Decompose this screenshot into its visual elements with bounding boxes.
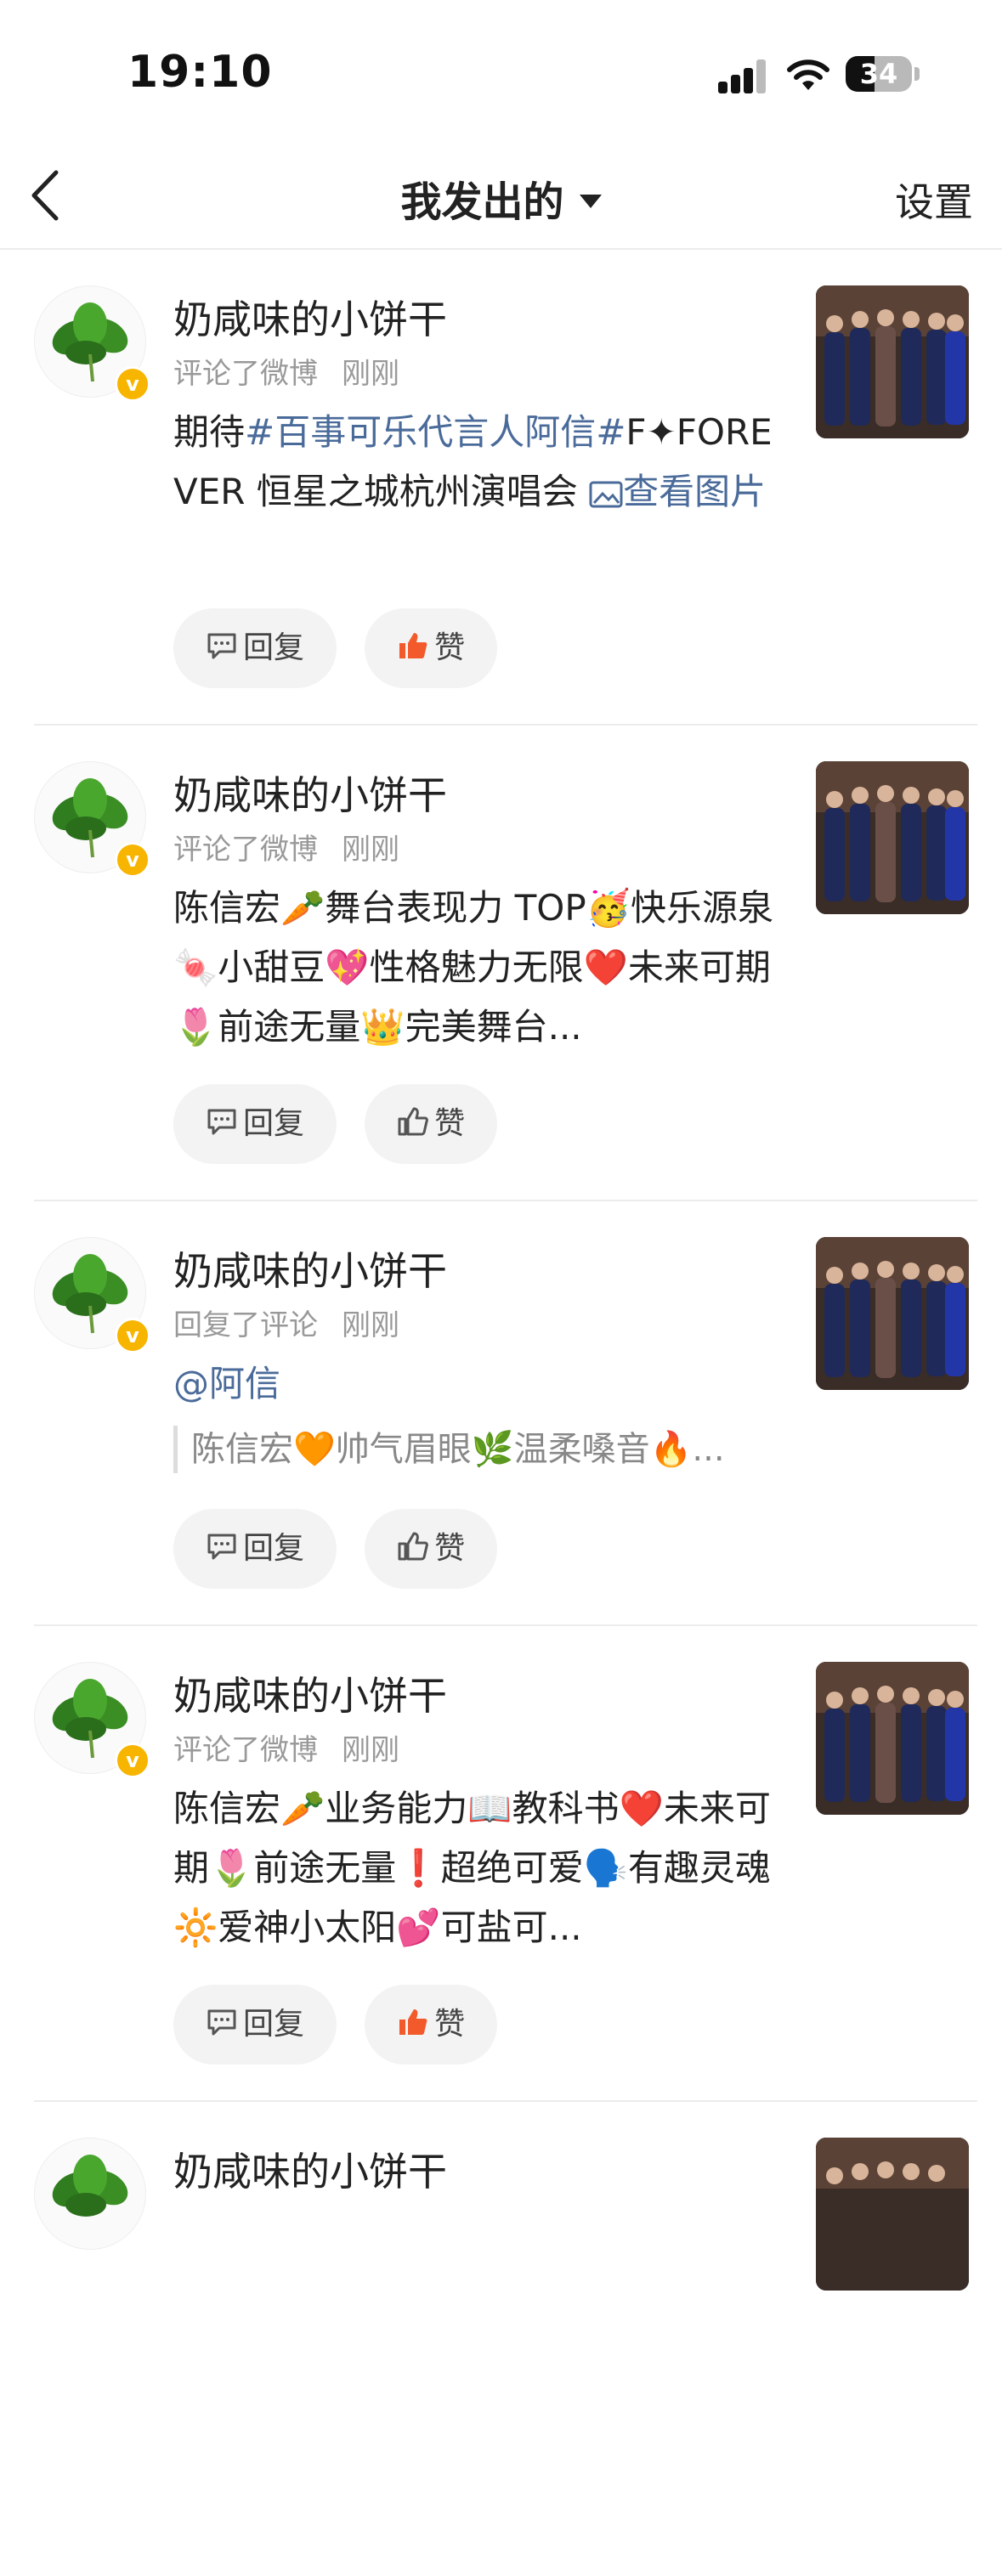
action-text: 评论了微博 <box>173 1733 318 1767</box>
wifi-icon <box>787 59 829 90</box>
comment-icon <box>207 1534 236 1560</box>
thumbs-up-icon <box>398 1532 428 1561</box>
avatar[interactable]: v <box>34 285 150 402</box>
group-photo-image <box>816 1662 969 1815</box>
group-photo-image <box>816 1237 969 1390</box>
comment-icon <box>207 633 236 659</box>
meta: 评论了微博 刚刚 <box>173 350 399 392</box>
post-content[interactable]: 陈信宏🥕舞台表现力 TOP🥳快乐源泉🍬小甜豆💖性格魅力无限❤️未来可期🌷前途无量… <box>173 878 785 1057</box>
action-row: 回复 赞 <box>173 608 521 688</box>
thumbs-up-icon <box>398 1107 428 1136</box>
battery-level: 34 <box>859 58 898 90</box>
reply-button[interactable]: 回复 <box>173 1084 337 1164</box>
page-title: 我发出的 <box>400 178 564 226</box>
list-item[interactable]: 奶咸味的小饼干 <box>34 2102 977 2576</box>
nav-bar: 我发出的 设置 <box>0 136 1002 250</box>
avatar[interactable]: v <box>34 1662 150 1778</box>
image-icon <box>589 481 623 507</box>
avatar[interactable]: v <box>34 761 150 878</box>
meta: 回复了评论 刚刚 <box>173 1302 399 1343</box>
timestamp: 刚刚 <box>342 1308 399 1342</box>
post-content[interactable]: 陈信宏🥕业务能力📖教科书❤️未来可期🌷前途无量❗超绝可爱🗣️有趣灵魂🔆爱神小太阳… <box>173 1779 785 1957</box>
post-thumbnail[interactable] <box>816 761 969 914</box>
list-item[interactable]: v 奶咸味的小饼干 评论了微博 刚刚 陈信宏🥕舞台表现力 TOP🥳快乐源泉🍬小甜豆… <box>34 726 977 1201</box>
status-time: 19:10 <box>127 47 273 98</box>
like-button[interactable]: 赞 <box>365 1985 498 2065</box>
post-content[interactable]: @阿信 陈信宏🧡帅气眉眼🌿温柔嗓音🔥... <box>173 1354 785 1473</box>
timestamp: 刚刚 <box>342 833 399 867</box>
group-photo-image <box>816 2138 969 2291</box>
comment-icon <box>207 1109 236 1135</box>
like-button[interactable]: 赞 <box>365 1084 498 1164</box>
verified-badge-icon: v <box>115 366 150 402</box>
thumbs-up-icon <box>399 633 427 658</box>
post-thumbnail[interactable] <box>816 1662 969 1815</box>
meta: 评论了微博 刚刚 <box>173 826 399 867</box>
view-picture-link[interactable]: 查看图片 <box>589 471 766 512</box>
username[interactable]: 奶咸味的小饼干 <box>173 2141 447 2197</box>
settings-button[interactable]: 设置 <box>895 172 973 228</box>
avatar[interactable]: v <box>34 1237 150 1353</box>
timestamp: 刚刚 <box>342 357 399 391</box>
comment-icon <box>207 2009 236 2036</box>
username[interactable]: 奶咸味的小饼干 <box>173 1665 447 1721</box>
action-text: 评论了微博 <box>173 357 318 391</box>
post-thumbnail[interactable] <box>816 285 969 438</box>
post-content[interactable]: 期待#百事可乐代言人阿信#F✦FOREVER 恒星之城杭州演唱会 查看图片 <box>173 403 785 522</box>
timestamp: 刚刚 <box>342 1733 399 1767</box>
list-item[interactable]: v 奶咸味的小饼干 回复了评论 刚刚 @阿信 陈信宏🧡帅气眉眼🌿温柔嗓音🔥... … <box>34 1201 977 1626</box>
thumbs-up-icon <box>399 2009 427 2035</box>
action-text: 评论了微博 <box>173 833 318 867</box>
avatar[interactable] <box>34 2138 146 2250</box>
action-text: 回复了评论 <box>173 1308 318 1342</box>
caret-down-icon <box>579 195 602 208</box>
username[interactable]: 奶咸味的小饼干 <box>173 765 447 821</box>
battery-icon: 34 <box>846 56 912 92</box>
username[interactable]: 奶咸味的小饼干 <box>173 289 447 345</box>
reply-button[interactable]: 回复 <box>173 608 337 688</box>
reply-button[interactable]: 回复 <box>173 1509 337 1589</box>
like-button[interactable]: 赞 <box>365 1509 498 1589</box>
reply-button[interactable]: 回复 <box>173 1985 337 2065</box>
cellular-signal-icon <box>718 59 767 93</box>
action-row: 回复 赞 <box>173 1985 521 2065</box>
group-photo-image <box>816 761 969 914</box>
list-item[interactable]: v 奶咸味的小饼干 评论了微博 刚刚 陈信宏🥕业务能力📖教科书❤️未来可期🌷前途无… <box>34 1626 977 2102</box>
page-title-dropdown[interactable]: 我发出的 <box>0 168 1002 228</box>
username[interactable]: 奶咸味的小饼干 <box>173 1240 447 1296</box>
post-thumbnail[interactable] <box>816 2138 969 2291</box>
status-bar: 19:10 34 <box>0 0 1002 136</box>
verified-badge-icon: v <box>115 1318 150 1353</box>
action-row: 回复 赞 <box>173 1084 521 1164</box>
quoted-comment[interactable]: 陈信宏🧡帅气眉眼🌿温柔嗓音🔥... <box>173 1426 778 1473</box>
verified-badge-icon: v <box>115 842 150 878</box>
leaf-avatar-icon <box>52 2155 128 2217</box>
verified-badge-icon: v <box>115 1743 150 1778</box>
mention-link[interactable]: @阿信 <box>173 1354 785 1414</box>
action-row: 回复 赞 <box>173 1509 521 1589</box>
feed-list: v 奶咸味的小饼干 评论了微博 刚刚 期待#百事可乐代言人阿信#F✦FOREVER… <box>0 250 1002 2576</box>
hashtag-link[interactable]: #百事可乐代言人阿信# <box>245 411 626 453</box>
like-button[interactable]: 赞 <box>365 608 498 688</box>
meta: 评论了微博 刚刚 <box>173 1726 399 1768</box>
list-item[interactable]: v 奶咸味的小饼干 评论了微博 刚刚 期待#百事可乐代言人阿信#F✦FOREVER… <box>34 250 977 726</box>
post-thumbnail[interactable] <box>816 1237 969 1390</box>
group-photo-image <box>816 285 969 438</box>
